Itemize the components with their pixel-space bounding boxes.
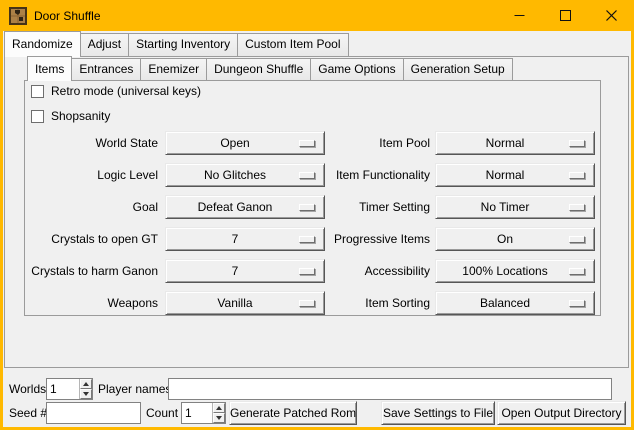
worlds-spin-down[interactable] — [80, 389, 92, 399]
dropdown-indicator-icon — [299, 300, 315, 307]
goal-dropdown[interactable]: Defeat Ganon — [165, 195, 325, 219]
crystals-gt-label: Crystals to open GT — [20, 227, 158, 251]
tab-generation-setup[interactable]: Generation Setup — [403, 58, 513, 80]
dropdown-value: 7 — [232, 261, 239, 281]
crystals-ganon-label: Crystals to harm Ganon — [20, 259, 158, 283]
shopsanity-row: Shopsanity — [31, 109, 110, 123]
seed-label: Seed # — [9, 402, 47, 424]
dropdown-indicator-icon — [569, 140, 585, 147]
goal-label: Goal — [20, 195, 158, 219]
dropdown-indicator-icon — [569, 300, 585, 307]
dropdown-indicator-icon — [569, 236, 585, 243]
timer-setting-label: Timer Setting — [322, 195, 430, 219]
progressive-items-dropdown[interactable]: On — [435, 227, 595, 251]
count-stepper[interactable] — [181, 402, 226, 424]
weapons-dropdown[interactable]: Vanilla — [165, 291, 325, 315]
item-functionality-label: Item Functionality — [322, 163, 430, 187]
count-label: Count — [146, 402, 178, 424]
worlds-spin-up[interactable] — [80, 379, 92, 389]
item-pool-dropdown[interactable]: Normal — [435, 131, 595, 155]
progressive-items-label: Progressive Items — [322, 227, 430, 251]
dropdown-indicator-icon — [299, 172, 315, 179]
retro-mode-label: Retro mode (universal keys) — [51, 84, 201, 98]
door-icon — [9, 7, 27, 25]
worlds-stepper[interactable] — [46, 378, 93, 400]
dropdown-indicator-icon — [299, 140, 315, 147]
dropdown-value: On — [497, 229, 513, 249]
tab-randomize[interactable]: Randomize — [4, 31, 81, 57]
timer-setting-dropdown[interactable]: No Timer — [435, 195, 595, 219]
dropdown-indicator-icon — [299, 268, 315, 275]
close-icon — [606, 10, 617, 21]
generate-patched-rom-button[interactable]: Generate Patched Rom — [229, 401, 357, 425]
player-names-input[interactable] — [168, 378, 612, 400]
main-tab-bar: Randomize Adjust Starting Inventory Cust… — [4, 31, 348, 57]
world-state-label: World State — [20, 131, 158, 155]
minimize-button[interactable] — [496, 0, 542, 31]
dropdown-value: Vanilla — [217, 293, 252, 313]
tab-custom-item-pool[interactable]: Custom Item Pool — [237, 33, 348, 56]
dropdown-value: 7 — [232, 229, 239, 249]
dropdown-value: Open — [220, 133, 249, 153]
retro-mode-row: Retro mode (universal keys) — [31, 84, 201, 98]
dropdown-indicator-icon — [569, 204, 585, 211]
dropdown-value: Normal — [486, 165, 525, 185]
spinner-up-icon — [83, 382, 89, 386]
accessibility-label: Accessibility — [322, 259, 430, 283]
save-settings-button[interactable]: Save Settings to File — [381, 401, 495, 425]
item-functionality-dropdown[interactable]: Normal — [435, 163, 595, 187]
weapons-label: Weapons — [20, 291, 158, 315]
titlebar: Door Shuffle — [0, 0, 634, 31]
count-input[interactable] — [182, 403, 212, 423]
dropdown-value: Defeat Ganon — [198, 197, 273, 217]
count-spin-down[interactable] — [213, 413, 225, 423]
spinner-down-icon — [83, 392, 89, 396]
open-output-directory-button[interactable]: Open Output Directory — [497, 401, 626, 425]
tab-adjust[interactable]: Adjust — [80, 33, 129, 56]
spinner-up-icon — [216, 406, 222, 410]
logic-level-label: Logic Level — [20, 163, 158, 187]
spinner-down-icon — [216, 416, 222, 420]
maximize-icon — [560, 10, 571, 21]
dropdown-indicator-icon — [299, 204, 315, 211]
window-title: Door Shuffle — [34, 9, 101, 23]
dropdown-value: No Glitches — [204, 165, 266, 185]
tab-entrances[interactable]: Entrances — [71, 58, 141, 80]
minimize-icon — [514, 10, 525, 21]
tab-game-options[interactable]: Game Options — [310, 58, 403, 80]
shopsanity-checkbox[interactable] — [31, 110, 44, 123]
dropdown-value: Normal — [486, 133, 525, 153]
tab-items[interactable]: Items — [27, 56, 72, 81]
item-sorting-dropdown[interactable]: Balanced — [435, 291, 595, 315]
item-pool-label: Item Pool — [322, 131, 430, 155]
tab-starting-inventory[interactable]: Starting Inventory — [128, 33, 238, 56]
logic-level-dropdown[interactable]: No Glitches — [165, 163, 325, 187]
retro-mode-checkbox[interactable] — [31, 85, 44, 98]
dropdown-value: 100% Locations — [462, 261, 547, 281]
close-button[interactable] — [588, 0, 634, 31]
shopsanity-label: Shopsanity — [51, 109, 110, 123]
tab-enemizer[interactable]: Enemizer — [140, 58, 207, 80]
seed-input[interactable] — [46, 402, 141, 424]
worlds-label: Worlds — [9, 378, 46, 400]
dropdown-value: No Timer — [481, 197, 530, 217]
sub-tab-bar: Items Entrances Enemizer Dungeon Shuffle… — [27, 56, 512, 81]
accessibility-dropdown[interactable]: 100% Locations — [435, 259, 595, 283]
dropdown-value: Balanced — [480, 293, 530, 313]
tab-dungeon-shuffle[interactable]: Dungeon Shuffle — [206, 58, 311, 80]
world-state-dropdown[interactable]: Open — [165, 131, 325, 155]
dropdown-indicator-icon — [569, 172, 585, 179]
dropdown-indicator-icon — [569, 268, 585, 275]
count-spin-up[interactable] — [213, 403, 225, 413]
crystals-ganon-dropdown[interactable]: 7 — [165, 259, 325, 283]
crystals-gt-dropdown[interactable]: 7 — [165, 227, 325, 251]
player-names-label: Player names — [98, 378, 171, 400]
dropdown-indicator-icon — [299, 236, 315, 243]
worlds-input[interactable] — [47, 379, 79, 399]
item-sorting-label: Item Sorting — [322, 291, 430, 315]
maximize-button[interactable] — [542, 0, 588, 31]
